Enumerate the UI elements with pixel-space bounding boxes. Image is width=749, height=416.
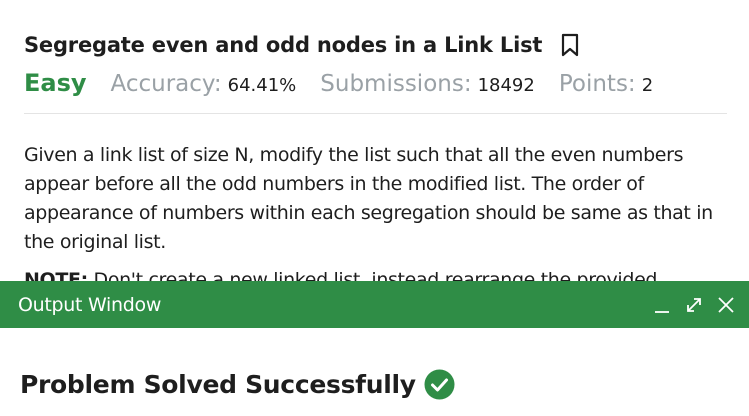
output-window-title: Output Window (18, 294, 162, 316)
bookmark-icon[interactable] (561, 33, 579, 57)
points-value: 2 (641, 75, 654, 96)
problem-meta: Easy Accuracy: 64.41% Submissions: 18492… (24, 69, 653, 97)
close-icon[interactable] (716, 295, 736, 315)
output-window: Output Window Problem Solved Successfull… (0, 281, 749, 416)
problem-description: Given a link list of size N, modify the … (24, 144, 713, 253)
accuracy-label: Accuracy: (110, 71, 222, 97)
points-label: Points: (558, 71, 636, 97)
difficulty-badge: Easy (24, 69, 87, 97)
divider (24, 113, 727, 114)
title-row: Segregate even and odd nodes in a Link L… (24, 33, 579, 57)
minimize-icon[interactable] (652, 295, 672, 315)
submissions-label: Submissions: (320, 71, 472, 97)
submissions-value: 18492 (477, 75, 535, 96)
problem-title: Segregate even and odd nodes in a Link L… (24, 33, 543, 57)
result-message: Problem Solved Successfully (20, 370, 416, 399)
accuracy-value: 64.41% (227, 75, 297, 96)
result-row: Problem Solved Successfully (20, 369, 455, 400)
output-window-header: Output Window (0, 281, 749, 328)
expand-icon[interactable] (684, 295, 704, 315)
check-circle-icon (424, 369, 455, 400)
